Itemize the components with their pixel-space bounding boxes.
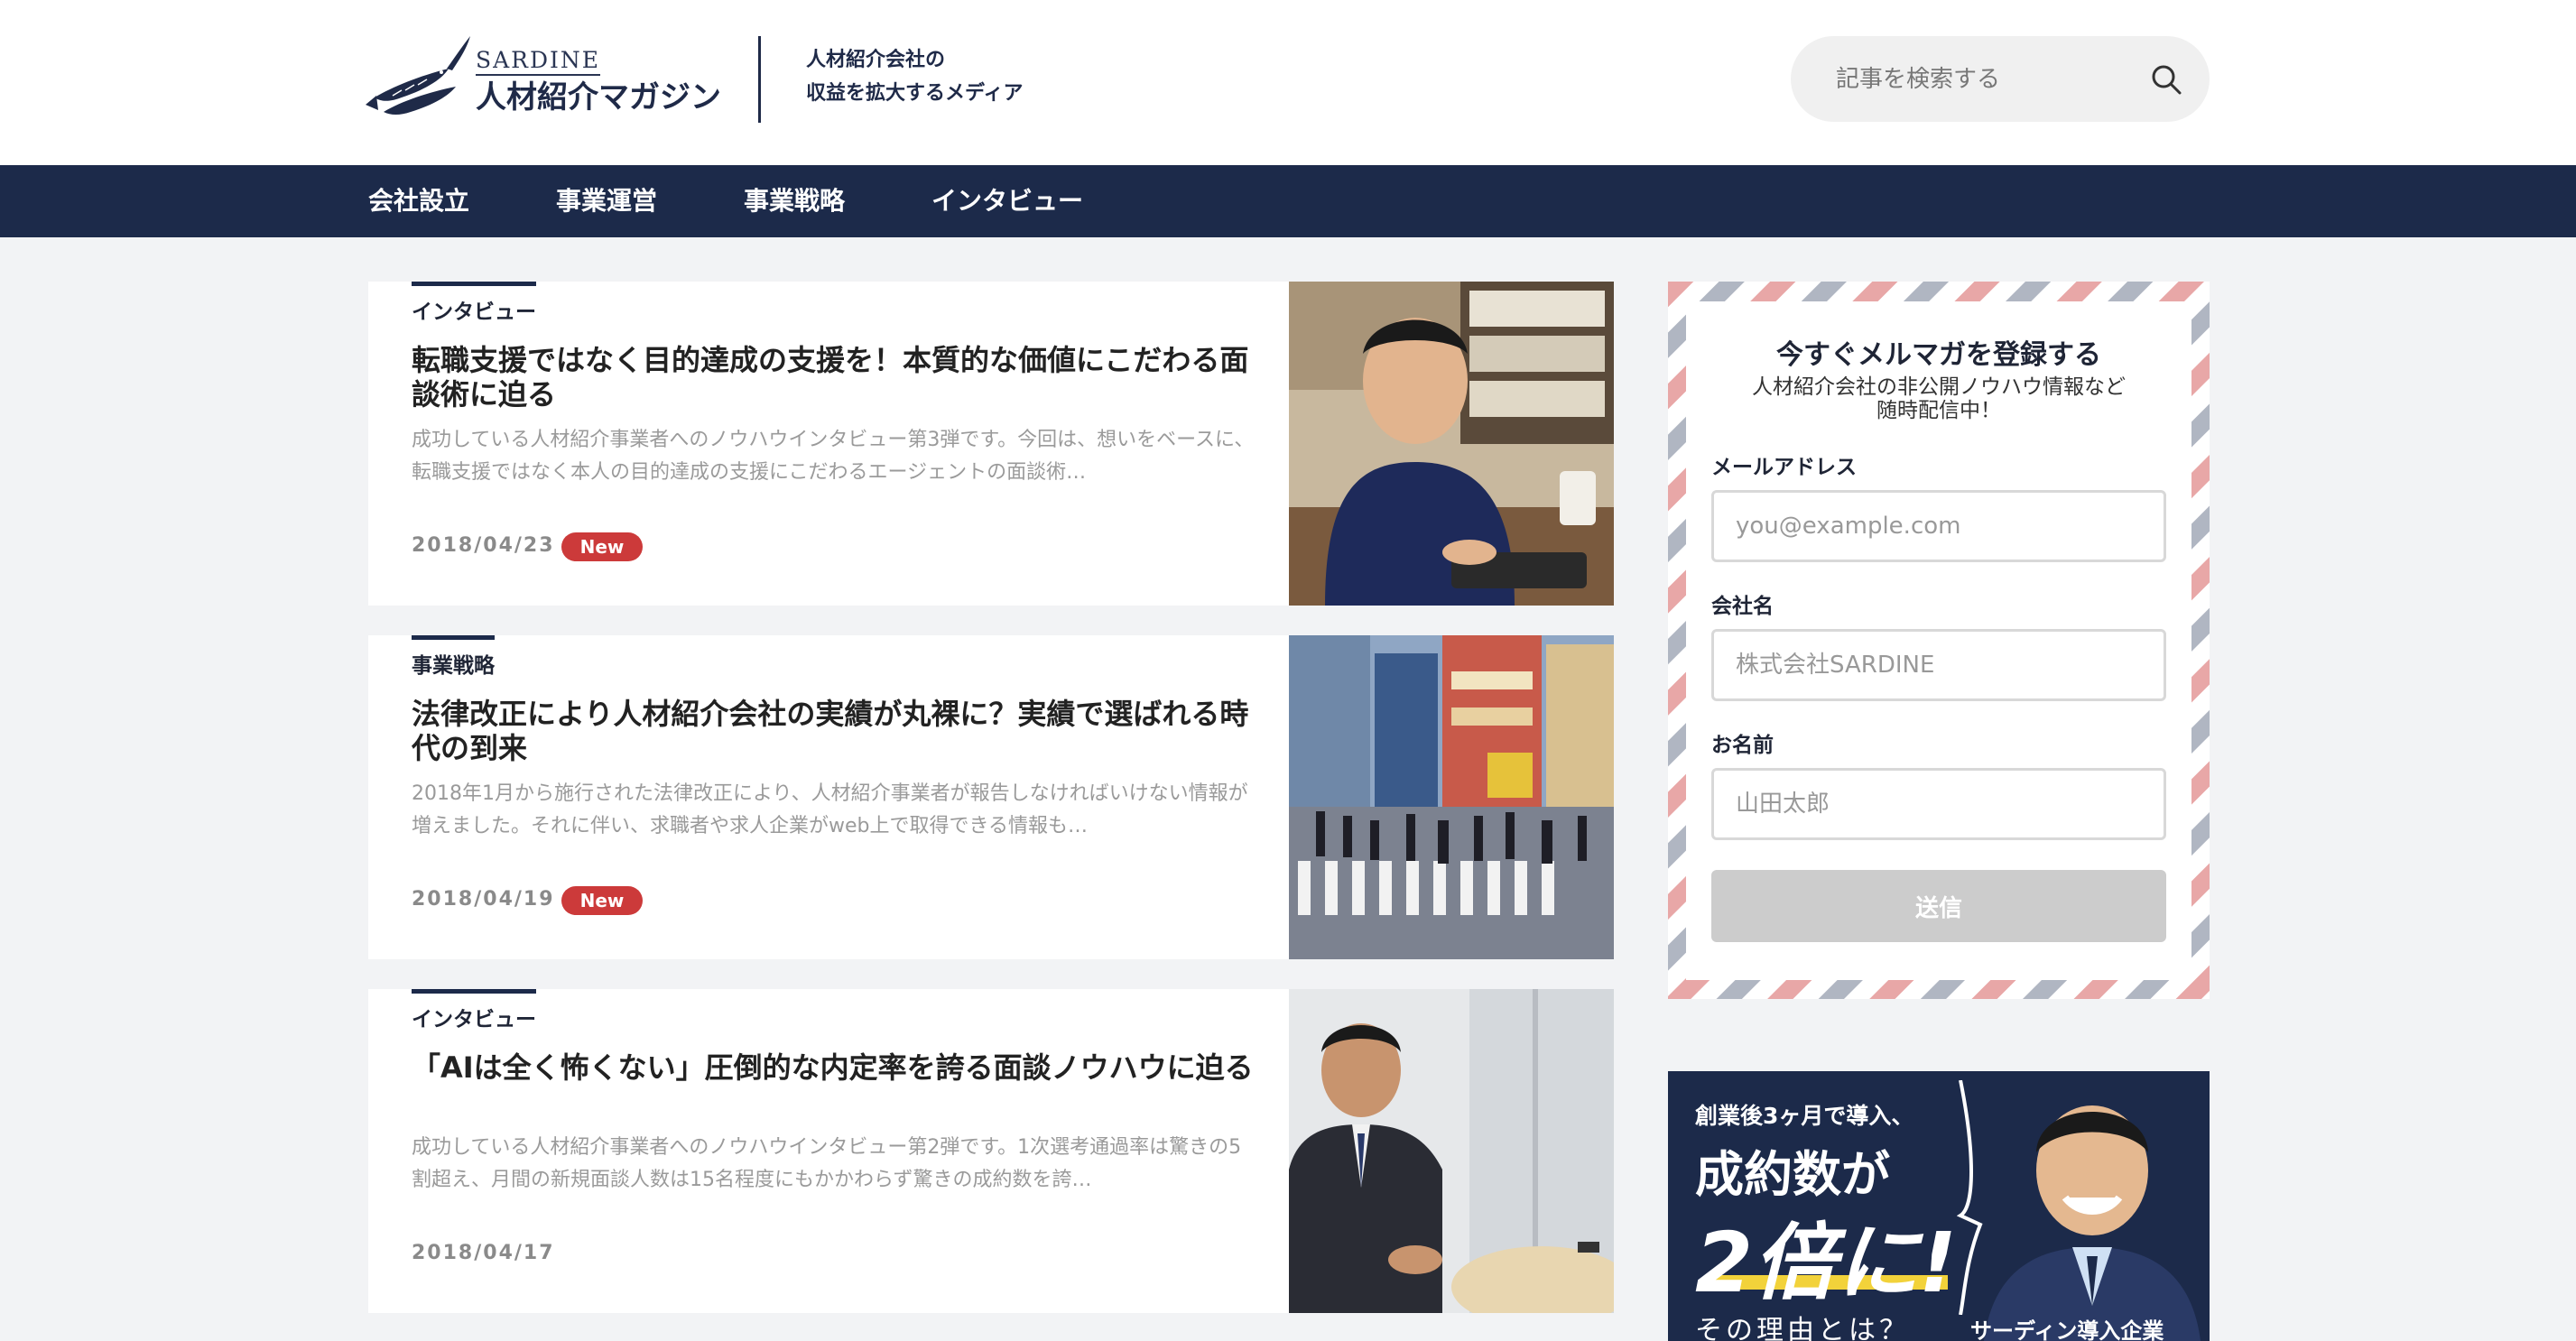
logo-wordmark: SARDINE — [476, 47, 601, 76]
email-field[interactable] — [1711, 490, 2166, 562]
banner-line-1: 創業後3ヶ月で導入、 — [1695, 1103, 1914, 1129]
name-label: お名前 — [1711, 734, 1774, 757]
email-label: メールアドレス — [1711, 456, 1857, 479]
article-thumbnail[interactable] — [1289, 635, 1614, 959]
article-excerpt: 成功している人材紹介事業者へのノウハウインタビュー第3弾です。今回は、想いをベー… — [412, 429, 1255, 484]
company-label: 会社名 — [1711, 595, 1774, 618]
submit-button[interactable]: 送信 — [1711, 870, 2166, 942]
site-header: SARDINE 人材紹介マガジン 人材紹介会社の 収益を拡大するメディア — [0, 0, 2576, 165]
site-tagline: 人材紹介会社の 収益を拡大するメディア — [806, 43, 1023, 110]
article-category[interactable]: 事業戦略 — [412, 635, 495, 679]
newsletter-subtitle: 人材紹介会社の非公開ノウハウ情報など 随時配信中！ — [1668, 375, 2210, 422]
newsletter-title: 今すぐメルマガを登録する — [1776, 339, 2101, 371]
newsletter-signup: 今すぐメルマガを登録する 人材紹介会社の非公開ノウハウ情報など 随時配信中！ メ… — [1668, 282, 2210, 999]
banner-line-5: サーディン導入企業 — [1970, 1318, 2164, 1341]
nav-item-company-setup[interactable]: 会社設立 — [368, 165, 469, 237]
main-nav: 会社設立 事業運営 事業戦略 インタビュー — [0, 165, 2576, 237]
site-logo[interactable]: SARDINE 人材紹介マガジン — [366, 32, 727, 126]
article-card[interactable]: 事業戦略 法律改正により人材紹介会社の実績が丸裸に？実績で選ばれる時代の到来 2… — [368, 635, 1614, 959]
search-input[interactable] — [1836, 36, 2134, 122]
promo-banner[interactable]: 創業後3ヶ月で導入、 成約数が 2倍に! その理由とは？ サーディン導入企業 — [1668, 1071, 2210, 1341]
tagline-line-2: 収益を拡大するメディア — [806, 82, 1024, 105]
article-thumbnail[interactable] — [1289, 989, 1614, 1313]
search-icon[interactable] — [2148, 61, 2184, 97]
article-category[interactable]: インタビュー — [412, 989, 536, 1032]
article-excerpt: 成功している人材紹介事業者へのノウハウインタビュー第2弾です。1次選考通過率は驚… — [412, 1136, 1242, 1191]
article-title[interactable]: 「AIは全く怖くない」圧倒的な内定率を誇る面談ノウハウに迫る — [412, 1050, 1256, 1085]
article-card[interactable]: インタビュー 「AIは全く怖くない」圧倒的な内定率を誇る面談ノウハウに迫る 成功… — [368, 989, 1614, 1313]
speech-bubble-icon — [1957, 1080, 1983, 1315]
article-thumbnail[interactable] — [1289, 282, 1614, 606]
nav-item-strategy[interactable]: 事業戦略 — [744, 165, 845, 237]
header-divider — [758, 36, 761, 123]
newsletter-subtitle-line-1: 人材紹介会社の非公開ノウハウ情報など — [1752, 375, 2126, 399]
article-date: 2018/04/23 — [412, 534, 555, 557]
new-badge: New — [561, 532, 643, 561]
nav-item-interview[interactable]: インタビュー — [931, 165, 1083, 237]
article-category[interactable]: インタビュー — [412, 282, 536, 325]
article-date: 2018/04/17 — [412, 1242, 555, 1264]
nav-item-operations[interactable]: 事業運営 — [556, 165, 657, 237]
banner-person-image — [1984, 1105, 2201, 1341]
newsletter-subtitle-line-2: 随時配信中！ — [1876, 399, 2001, 422]
banner-line-4: その理由とは？ — [1695, 1315, 1910, 1341]
article-title[interactable]: 転職支援ではなく目的達成の支援を！本質的な価値にこだわる面談術に迫る — [412, 343, 1256, 412]
article-title[interactable]: 法律改正により人材紹介会社の実績が丸裸に？実績で選ばれる時代の到来 — [412, 697, 1256, 765]
name-field[interactable] — [1711, 768, 2166, 840]
new-badge: New — [561, 886, 643, 915]
company-field[interactable] — [1711, 629, 2166, 701]
article-date: 2018/04/19 — [412, 888, 555, 911]
article-card[interactable]: インタビュー 転職支援ではなく目的達成の支援を！本質的な価値にこだわる面談術に迫… — [368, 282, 1614, 606]
article-excerpt: 2018年1月から施行された法律改正により、人材紹介事業者が報告しなければいけな… — [412, 782, 1248, 837]
banner-line-3: 2倍に! — [1695, 1215, 1957, 1311]
sardine-fish-icon — [366, 36, 470, 115]
tagline-line-1: 人材紹介会社の — [806, 49, 946, 71]
logo-title: 人材紹介マガジン — [476, 79, 721, 116]
search-box — [1791, 36, 2210, 122]
